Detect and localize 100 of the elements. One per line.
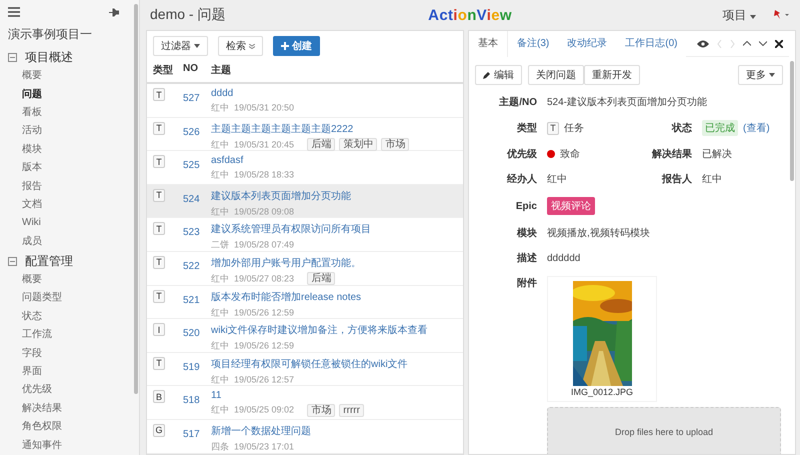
create-button[interactable]: 创建: [273, 36, 320, 56]
sidebar-item[interactable]: 看板: [8, 104, 133, 122]
sidebar-item[interactable]: 成员: [8, 232, 133, 252]
issue-number[interactable]: 521: [183, 294, 200, 306]
sidebar-item[interactable]: 问题类型: [8, 289, 133, 308]
type-badge: T: [153, 88, 165, 101]
sidebar-item[interactable]: 界面: [8, 363, 133, 382]
scrollbar[interactable]: [134, 4, 138, 394]
issue-title[interactable]: 主题主题主题主题主题主题2222: [211, 122, 459, 136]
issue-number[interactable]: 523: [183, 227, 200, 238]
filter-button[interactable]: 过滤器: [153, 36, 208, 56]
project-name: 演示事例项目一: [8, 26, 93, 44]
issue-title[interactable]: 版本发布时能否增加release notes: [211, 290, 459, 304]
issue-number[interactable]: 518: [183, 395, 200, 406]
field-label: 报告人: [660, 172, 692, 186]
label-tag: rrrrr: [339, 404, 364, 417]
issue-title[interactable]: 建议版本列表页面增加分页功能: [211, 188, 459, 203]
type-badge: I: [153, 323, 165, 336]
issue-title[interactable]: dddd: [211, 88, 459, 99]
priority-dot: [547, 150, 555, 158]
issue-title[interactable]: 建议系统管理员有权限访问所有项目: [211, 222, 459, 236]
field-value: 致命: [560, 148, 580, 161]
attachment-card[interactable]: IMG_0012.JPG: [547, 276, 657, 402]
field-value: dddddd: [547, 252, 580, 264]
more-button[interactable]: 更多: [738, 65, 783, 85]
field-label: 主题/NO: [498, 95, 537, 109]
type-badge: T: [153, 155, 165, 168]
sidebar-item[interactable]: 文档: [8, 196, 133, 214]
project-menu[interactable]: 项目: [722, 6, 756, 24]
type-badge: T: [153, 356, 165, 370]
issue-number[interactable]: 525: [183, 160, 200, 172]
section-title[interactable]: 项目概述: [25, 48, 73, 66]
scrollbar[interactable]: [790, 61, 794, 181]
issue-row[interactable]: T 526 主题主题主题主题主题主题2222 红中 19/05/31 20:45 后端 策划中 市场: [147, 118, 463, 152]
issue-number[interactable]: 527: [183, 93, 200, 104]
issue-row[interactable]: T 521 版本发布时能否增加release notes 红中 19/05/26 12:59: [147, 286, 463, 320]
edit-button[interactable]: 编辑: [475, 65, 522, 85]
issue-number[interactable]: 519: [183, 362, 200, 373]
issue-meta: 红中 19/05/26 12:59: [211, 340, 294, 352]
sidebar-item[interactable]: 报告: [8, 178, 133, 196]
sidebar-item[interactable]: 工作流: [8, 326, 133, 345]
field-label: Epic: [514, 200, 537, 212]
issue-meta: 红中 19/05/25 09:02: [211, 404, 294, 417]
issue-number[interactable]: 522: [183, 260, 200, 272]
upload-dropzone[interactable]: Drop files here to upload: [547, 407, 781, 454]
file-name: IMG_0012.JPG: [570, 387, 634, 397]
field-value: 视频播放,视频转码模块: [547, 226, 650, 240]
sidebar-item[interactable]: 角色权限: [8, 418, 133, 437]
label-tag: 后端: [307, 272, 336, 286]
issue-title[interactable]: 新增一个数据处理问题: [211, 424, 459, 438]
sidebar-item[interactable]: 活动: [8, 122, 133, 141]
issue-title[interactable]: 11: [211, 390, 459, 402]
type-badge: T: [153, 290, 165, 303]
field-label: 状态: [670, 122, 692, 135]
field-value: 红中: [702, 172, 723, 186]
issue-number[interactable]: 524: [183, 194, 200, 205]
epic-tag: 视频评论: [547, 197, 595, 215]
field-label: 类型: [516, 122, 537, 135]
issue-number[interactable]: 520: [183, 328, 200, 340]
sidebar-item[interactable]: 模块: [8, 140, 133, 160]
chevron-up-icon[interactable]: [743, 41, 751, 46]
sidebar-item[interactable]: 优先级: [8, 381, 133, 400]
search-button[interactable]: 检索: [218, 36, 263, 56]
type-badge: T: [153, 256, 165, 269]
issue-title[interactable]: wiki文件保存时建议增加备注，方便将来版本查看: [211, 323, 459, 338]
issue-number[interactable]: 517: [183, 428, 200, 440]
field-label: 附件: [516, 276, 537, 290]
sidebar-item[interactable]: 问题: [8, 86, 133, 104]
sidebar-item[interactable]: 概要: [8, 271, 133, 290]
menu-icon[interactable]: [8, 7, 20, 18]
column-header: 类型: [153, 64, 174, 77]
type-badge: T: [153, 122, 165, 135]
issue-title[interactable]: 增加外部用户账号用户配置功能。: [211, 256, 459, 270]
action-button[interactable]: 关闭问题: [528, 65, 584, 85]
sidebar-item[interactable]: 解决结果: [8, 400, 133, 418]
eye-icon[interactable]: [697, 40, 709, 48]
field-value: 已解决: [702, 148, 733, 161]
sidebar-item[interactable]: 字段: [8, 344, 133, 364]
field-label: 模块: [516, 226, 537, 240]
chevron-down-icon[interactable]: [759, 41, 767, 46]
issue-title[interactable]: 项目经理有权限可解锁任意被锁住的wiki文件: [211, 356, 459, 371]
tab[interactable]: 基本: [469, 31, 508, 56]
issue-number[interactable]: 526: [183, 126, 200, 138]
action-button[interactable]: 重新开发: [584, 65, 640, 85]
label-tag: 后端: [307, 138, 336, 152]
collapse-icon[interactable]: [8, 52, 17, 62]
section-title[interactable]: 配置管理: [25, 252, 73, 270]
issue-title[interactable]: asfdasf: [211, 155, 459, 166]
collapse-icon[interactable]: [8, 256, 17, 266]
sidebar-item[interactable]: 版本: [8, 159, 133, 178]
field-label: 描述: [516, 252, 537, 265]
view-link[interactable]: (查看): [743, 121, 770, 135]
sidebar-item[interactable]: 通知事件: [8, 436, 133, 455]
field-value: 任务: [564, 122, 584, 135]
sidebar-item[interactable]: Wiki: [8, 214, 133, 233]
sidebar-item[interactable]: 概要: [8, 67, 133, 86]
close-icon[interactable]: [775, 40, 783, 48]
issue-meta: 红中 19/05/27 08:23: [211, 273, 294, 286]
sidebar-item[interactable]: 状态: [8, 308, 133, 326]
issue-row[interactable]: T 524 建议版本列表页面增加分页功能 红中 19/05/28 09:08: [147, 184, 463, 218]
